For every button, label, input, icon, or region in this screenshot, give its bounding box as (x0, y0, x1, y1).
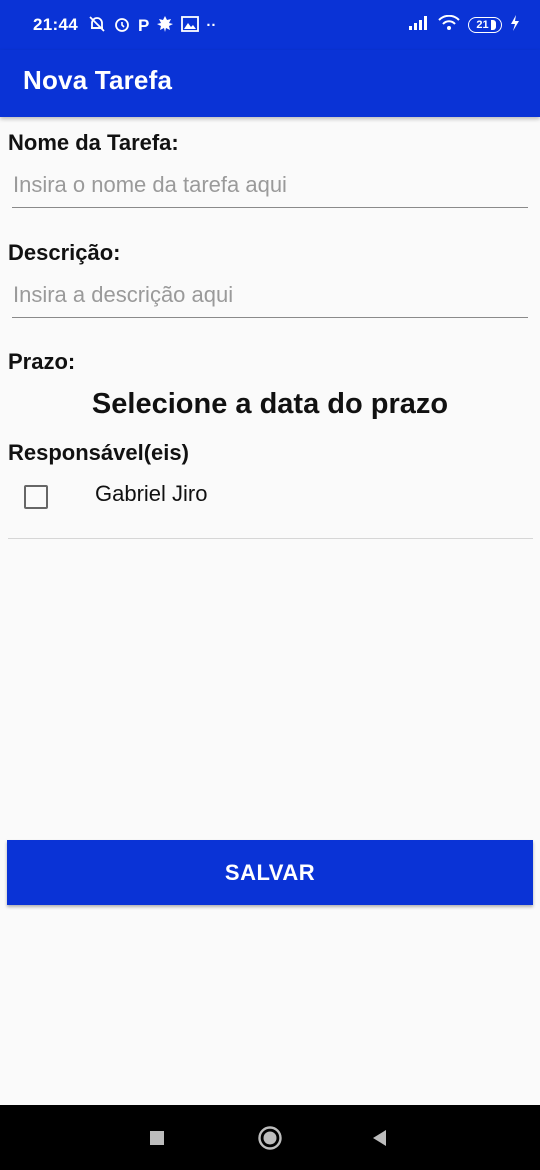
responsible-name: Gabriel Jiro (95, 481, 208, 506)
deadline-label: Prazo: (8, 349, 76, 374)
home-circle-icon[interactable] (240, 1105, 300, 1170)
notification-icons: P ·· (88, 15, 216, 36)
responsible-checkbox[interactable] (24, 485, 48, 509)
responsible-list-item[interactable]: Gabriel Jiro (0, 474, 540, 520)
status-time: 21:44 (33, 15, 78, 34)
battery-level: 21 (476, 19, 489, 31)
new-task-screen: 21:44 P ·· 21 Nova Tarefa Nome da Tarefa… (0, 0, 540, 1170)
wifi-icon (438, 14, 460, 36)
back-triangle-icon[interactable] (350, 1105, 410, 1170)
recents-square-icon[interactable] (127, 1105, 187, 1170)
alarm-clock-icon (113, 15, 131, 36)
list-divider (8, 538, 533, 539)
app-bar: Nova Tarefa (0, 50, 540, 117)
responsible-label: Responsável(eis) (8, 440, 189, 465)
description-label: Descrição: (8, 240, 121, 265)
save-button[interactable]: SALVAR (7, 840, 533, 905)
deadline-date-picker[interactable]: Selecione a data do prazo (0, 388, 540, 421)
gallery-icon (181, 15, 200, 35)
signal-icon (408, 15, 430, 36)
charging-icon (510, 14, 520, 36)
description-input[interactable] (12, 278, 528, 318)
task-name-input[interactable] (12, 168, 528, 208)
more-notifications-icon: ·· (206, 16, 217, 34)
status-bar: 21:44 P ·· 21 (0, 0, 540, 50)
alarm-off-icon (88, 15, 106, 36)
maple-leaf-icon (156, 15, 174, 36)
parking-app-icon: P (137, 15, 150, 35)
page-title: Nova Tarefa (23, 65, 173, 95)
system-nav-bar (0, 1105, 540, 1170)
battery-icon: 21 (468, 17, 502, 33)
status-right: 21 (408, 14, 520, 36)
task-name-label: Nome da Tarefa: (8, 130, 179, 155)
